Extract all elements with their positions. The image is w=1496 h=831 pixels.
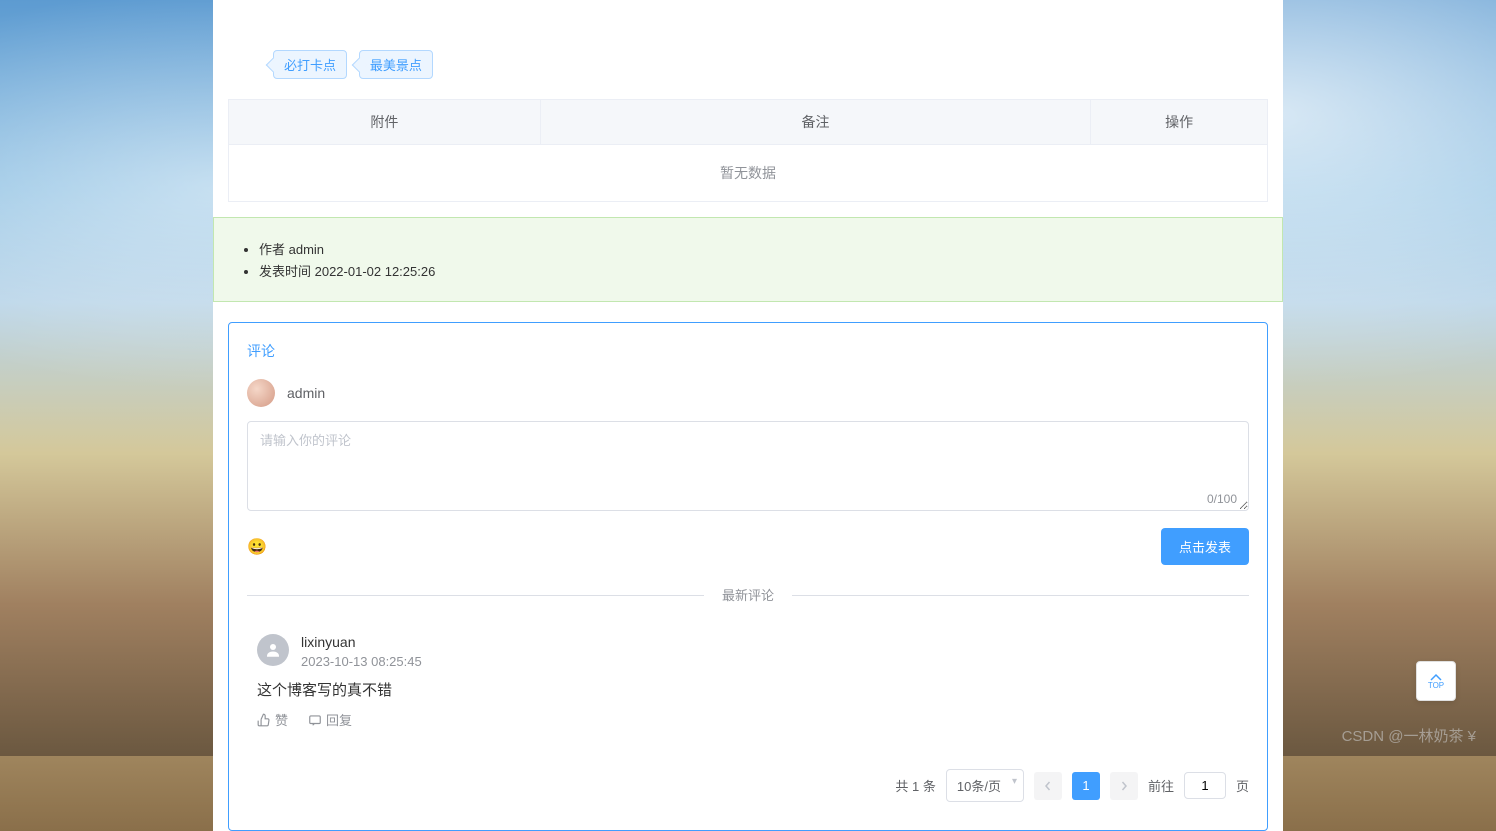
comment-item: lixinyuan 2023-10-13 08:25:45 这个博客写的真不错 … xyxy=(247,624,1249,749)
thumbs-up-icon xyxy=(257,713,271,727)
goto-suffix: 页 xyxy=(1236,776,1249,795)
avatar xyxy=(257,634,289,666)
table-header-remark: 备注 xyxy=(540,100,1091,145)
current-user-row: admin xyxy=(247,379,1249,407)
post-author: 作者 admin xyxy=(259,239,1252,258)
chevron-left-icon xyxy=(1043,781,1053,791)
pagination: 共 1 条 10条/页 1 前往 页 xyxy=(247,749,1249,812)
current-user-name: admin xyxy=(287,385,325,401)
comment-section-title: 评论 xyxy=(247,341,1249,361)
chat-icon xyxy=(308,713,322,727)
pagination-total: 共 1 条 xyxy=(895,776,935,795)
table-header-attachment: 附件 xyxy=(229,100,541,145)
table-empty-text: 暂无数据 xyxy=(229,145,1268,202)
next-page-button[interactable] xyxy=(1110,772,1138,800)
submit-comment-button[interactable]: 点击发表 xyxy=(1161,528,1249,565)
goto-prefix: 前往 xyxy=(1148,776,1174,795)
emoji-picker-icon[interactable]: 😀 xyxy=(247,537,267,557)
comment-time: 2023-10-13 08:25:45 xyxy=(301,654,422,669)
tags-row: 必打卡点 最美景点 xyxy=(213,0,1283,99)
page-number-button[interactable]: 1 xyxy=(1072,772,1100,800)
watermark: CSDN @一林奶茶 ¥ xyxy=(1342,725,1476,746)
comment-content: 这个博客写的真不错 xyxy=(257,679,1249,700)
divider: 最新评论 xyxy=(247,585,1249,604)
tag-item[interactable]: 最美景点 xyxy=(359,50,433,79)
back-to-top-button[interactable]: TOP xyxy=(1416,661,1456,701)
divider-label: 最新评论 xyxy=(704,588,792,603)
post-info-box: 作者 admin 发表时间 2022-01-02 12:25:26 xyxy=(213,217,1283,302)
page-size-select[interactable]: 10条/页 xyxy=(946,769,1024,802)
goto-page-input[interactable] xyxy=(1184,772,1226,799)
prev-page-button[interactable] xyxy=(1034,772,1062,800)
comment-input[interactable] xyxy=(247,421,1249,511)
table-header-action: 操作 xyxy=(1091,100,1268,145)
avatar xyxy=(247,379,275,407)
comment-card: 评论 admin 0/100 😀 点击发表 最新评论 lixinyuan 202 xyxy=(228,322,1268,831)
comment-author: lixinyuan xyxy=(301,634,422,650)
chevron-right-icon xyxy=(1119,781,1129,791)
tag-item[interactable]: 必打卡点 xyxy=(273,50,347,79)
char-count: 0/100 xyxy=(1207,492,1237,506)
reply-button[interactable]: 回复 xyxy=(308,710,352,729)
like-button[interactable]: 赞 xyxy=(257,710,288,729)
caret-up-icon xyxy=(1430,673,1442,681)
post-publish-time: 发表时间 2022-01-02 12:25:26 xyxy=(259,261,1252,280)
attachment-table: 附件 备注 操作 暂无数据 xyxy=(228,99,1268,202)
